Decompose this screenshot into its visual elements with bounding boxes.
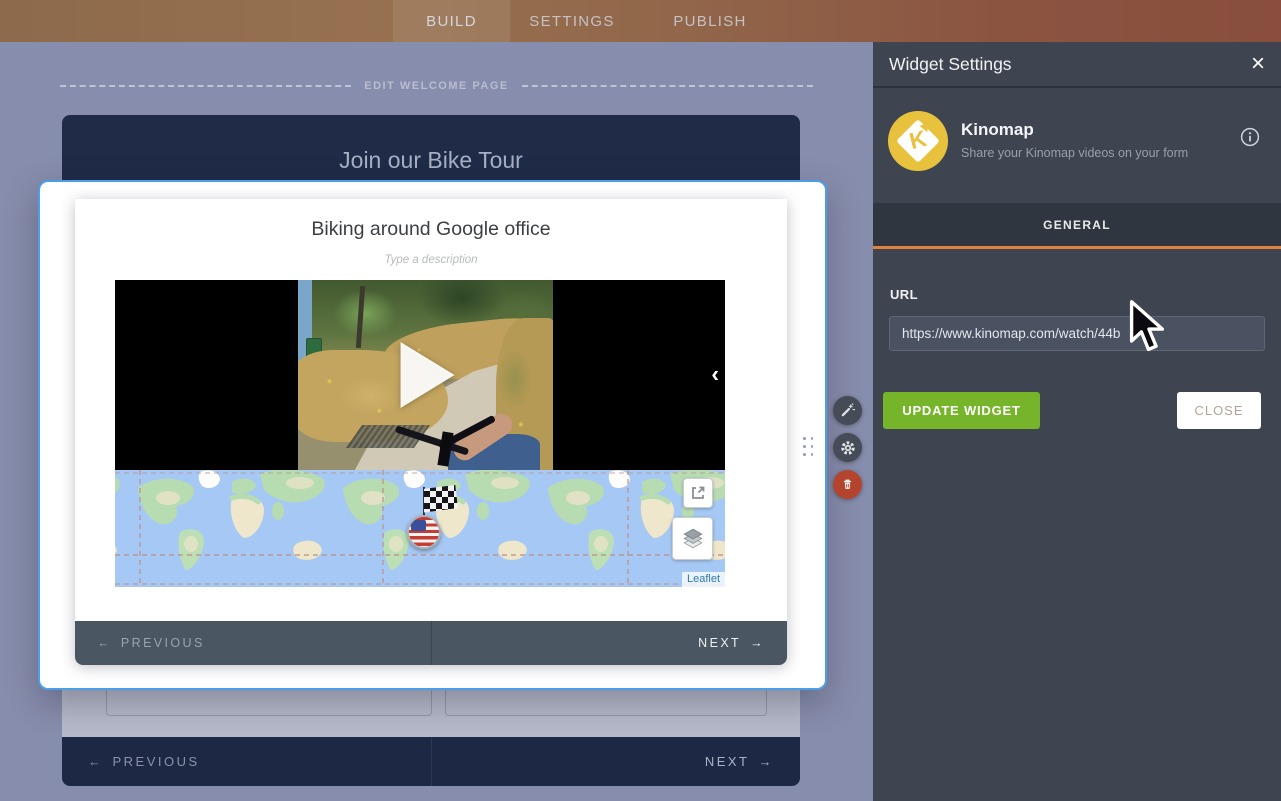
url-label: URL	[890, 287, 918, 302]
widget-preview-modal: Biking around Google office Type a descr…	[38, 180, 827, 690]
top-navbar: BUILD SETTINGS PUBLISH	[0, 0, 1281, 42]
url-input[interactable]	[889, 316, 1265, 351]
widget-description: Share your Kinomap videos on your form	[961, 146, 1188, 160]
preview-previous-button[interactable]: ← PREVIOUS	[75, 621, 432, 665]
edit-widget-button[interactable]	[833, 396, 862, 425]
map-attribution[interactable]: Leaflet	[682, 572, 725, 587]
update-widget-button[interactable]: UPDATE WIDGET	[883, 392, 1040, 429]
widget-name: Kinomap	[961, 120, 1034, 140]
video-player[interactable]: ‹	[115, 280, 725, 470]
map-expand-button[interactable]	[683, 478, 713, 508]
widget-settings-panel: Widget Settings × K Kinomap Share your K…	[873, 42, 1281, 801]
preview-previous-label: PREVIOUS	[121, 636, 205, 650]
dashed-line-left	[60, 85, 351, 87]
edit-welcome-page-divider: EDIT WELCOME PAGE	[60, 79, 813, 93]
preview-next-button[interactable]: NEXT →	[432, 621, 788, 665]
form-title: Join our Bike Tour	[339, 147, 523, 174]
play-icon[interactable]	[401, 342, 455, 408]
arrow-right-icon: →	[759, 754, 775, 769]
widget-settings-button[interactable]	[833, 433, 862, 462]
panel-header: Widget Settings ×	[873, 42, 1281, 88]
tab-build[interactable]: BUILD	[393, 0, 510, 42]
tab-publish[interactable]: PUBLISH	[650, 0, 770, 42]
expand-icon	[688, 483, 708, 503]
layers-icon	[682, 527, 704, 550]
close-panel-button[interactable]: CLOSE	[1177, 392, 1261, 429]
panel-title: Widget Settings	[889, 54, 1012, 75]
tab-settings[interactable]: SETTINGS	[516, 0, 628, 42]
kinomap-logo: K	[888, 111, 948, 171]
arrow-left-icon: ←	[88, 754, 104, 769]
preview-next-label: NEXT	[698, 636, 741, 650]
edit-welcome-page-label[interactable]: EDIT WELCOME PAGE	[364, 80, 508, 92]
usa-flag-marker[interactable]	[407, 515, 441, 549]
route-map[interactable]: Leaflet	[115, 470, 725, 587]
widget-title[interactable]: Biking around Google office	[75, 218, 787, 241]
gear-icon	[840, 440, 856, 456]
trash-icon	[840, 477, 855, 492]
arrow-right-icon: →	[750, 636, 765, 650]
drag-handle[interactable]	[803, 437, 814, 456]
map-layers-button[interactable]	[672, 517, 713, 560]
form-previous-button[interactable]: ← PREVIOUS	[62, 737, 432, 786]
form-footer-nav: ← PREVIOUS NEXT →	[62, 737, 800, 786]
info-icon	[1240, 127, 1260, 147]
close-icon[interactable]: ×	[1251, 52, 1265, 76]
widget-nav-bar: ← PREVIOUS NEXT →	[75, 621, 787, 665]
tab-general[interactable]: GENERAL	[873, 203, 1281, 249]
arrow-left-icon: ←	[97, 636, 112, 650]
form-next-label: NEXT	[705, 754, 750, 769]
info-button[interactable]	[1240, 127, 1260, 147]
form-previous-label: PREVIOUS	[113, 754, 200, 769]
delete-widget-button[interactable]	[833, 470, 862, 499]
widget-description-placeholder[interactable]: Type a description	[75, 254, 787, 266]
chevron-left-icon[interactable]: ‹	[711, 363, 719, 386]
dashed-line-right	[522, 85, 813, 87]
widget-card: Biking around Google office Type a descr…	[75, 199, 787, 665]
form-next-button[interactable]: NEXT →	[432, 737, 801, 786]
form-header-card: Join our Bike Tour	[62, 115, 800, 180]
magic-wand-icon	[840, 403, 855, 418]
app-window: BUILD SETTINGS PUBLISH EDIT WELCOME PAGE…	[0, 0, 1281, 801]
